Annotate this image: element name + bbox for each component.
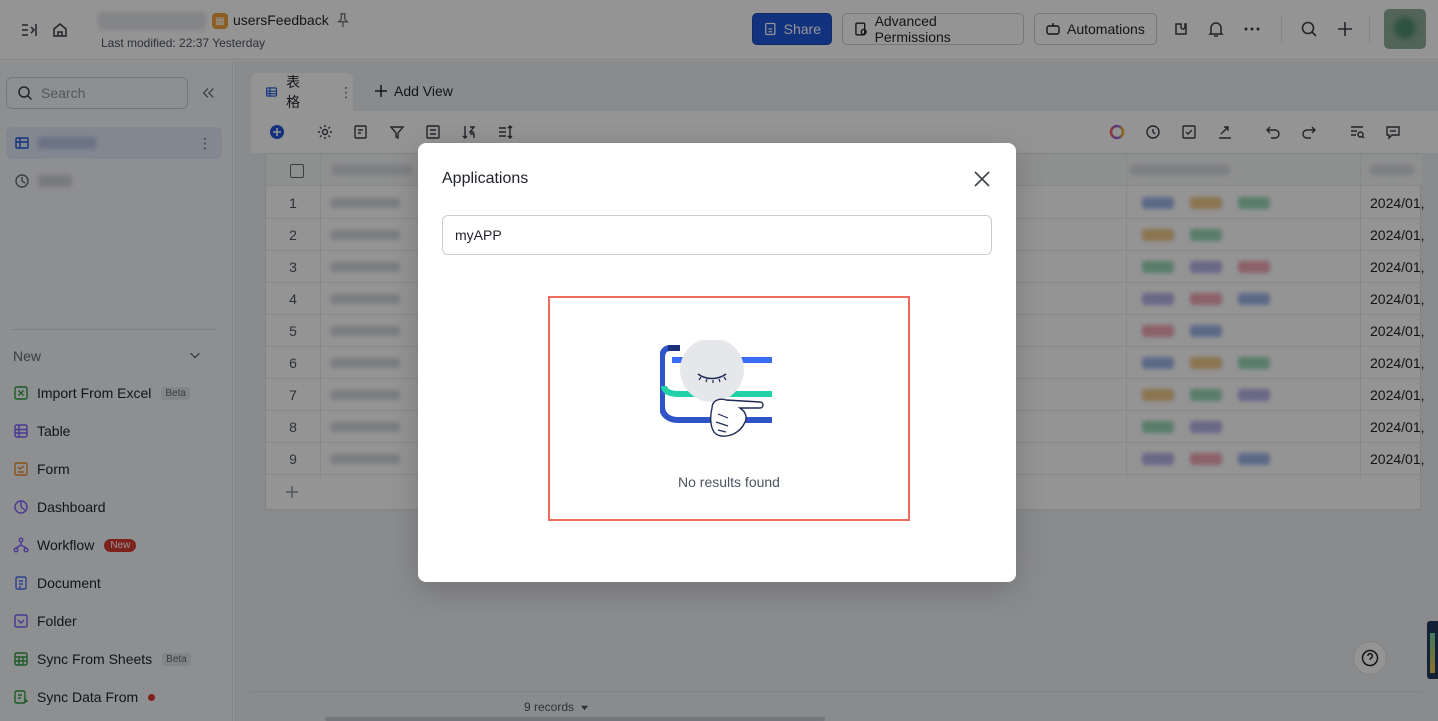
empty-state: No results found [548,296,910,521]
empty-state-text: No results found [678,474,780,490]
applications-search-input[interactable] [442,215,992,255]
empty-state-illustration-icon [660,340,772,437]
modal-title: Applications [442,170,529,187]
close-icon[interactable] [972,169,992,189]
applications-modal: Applications No results found [418,143,1016,582]
